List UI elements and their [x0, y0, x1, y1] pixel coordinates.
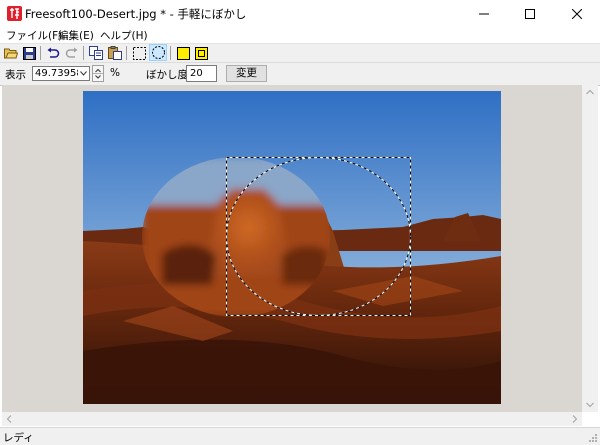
redo-button[interactable] — [63, 45, 79, 61]
open-button[interactable] — [3, 45, 19, 61]
blur-amount-input[interactable]: 20 — [186, 65, 217, 82]
yellow-small-button[interactable] — [193, 45, 209, 61]
status-bar: レディ — [0, 427, 600, 445]
undo-icon — [47, 47, 59, 58]
copy-button[interactable] — [88, 45, 104, 61]
paste-button[interactable] — [107, 45, 123, 61]
vertical-scrollbar[interactable] — [582, 85, 598, 412]
zoom-label: 表示 — [5, 69, 26, 81]
toolbar-separator — [170, 46, 171, 60]
scroll-left-icon — [6, 415, 12, 423]
scroll-right-icon — [572, 415, 578, 423]
maximize-icon — [525, 8, 535, 19]
title-bar: Freesoft100-Desert.jpg * - 手軽にぼかし — [0, 0, 600, 27]
toolbar-separator — [40, 46, 41, 60]
settings-bar: 表示 49.739583 % ぼかし度 20 変更 — [0, 62, 600, 86]
ellipse-select-icon — [151, 46, 165, 59]
minimize-icon — [479, 13, 489, 14]
app-pen-icon — [7, 6, 22, 21]
toolbar — [0, 43, 600, 63]
close-icon — [572, 8, 582, 19]
horizontal-scrollbar[interactable] — [2, 412, 582, 426]
toolbar-separator — [126, 46, 127, 60]
menu-help[interactable]: ヘルプ(H) — [100, 28, 148, 43]
scroll-down-icon — [586, 402, 594, 408]
spin-up-icon — [95, 68, 101, 73]
ellipse-select-button[interactable] — [149, 44, 167, 61]
resize-grip-icon[interactable] — [586, 431, 598, 443]
image-canvas[interactable] — [2, 85, 582, 412]
zoom-unit: % — [110, 67, 120, 79]
status-text: レディ — [3, 432, 34, 444]
zoom-combobox[interactable]: 49.739583 — [32, 66, 90, 81]
apply-button[interactable]: 変更 — [226, 65, 267, 82]
yellow-large-button[interactable] — [175, 45, 191, 61]
menu-file[interactable]: ファイル(F) — [6, 28, 62, 43]
minimize-button[interactable] — [461, 0, 507, 27]
menu-edit[interactable]: 編集(E) — [58, 28, 94, 43]
yellow-square-icon — [176, 46, 190, 60]
scroll-up-icon — [586, 89, 594, 95]
save-button[interactable] — [21, 45, 37, 61]
open-folder-icon — [4, 48, 18, 59]
desert-photo — [83, 91, 501, 404]
save-icon — [22, 46, 36, 60]
paste-icon — [108, 46, 122, 60]
undo-button[interactable] — [45, 45, 61, 61]
copy-icon — [89, 46, 103, 60]
menu-bar: ファイル(F) 編集(E) ヘルプ(H) — [0, 27, 600, 43]
yellow-small-square-icon — [194, 46, 208, 60]
chevron-down-icon[interactable] — [78, 67, 89, 80]
rect-select-icon — [132, 46, 146, 60]
window-title: Freesoft100-Desert.jpg * - 手軽にぼかし — [25, 7, 247, 21]
zoom-spinner[interactable] — [92, 65, 104, 82]
rect-select-button[interactable] — [131, 45, 147, 61]
close-button[interactable] — [554, 0, 600, 27]
spin-down-icon — [95, 75, 101, 79]
maximize-button[interactable] — [507, 0, 553, 27]
toolbar-separator — [83, 46, 84, 60]
redo-icon — [65, 47, 77, 58]
blur-label: ぼかし度 — [146, 69, 188, 81]
